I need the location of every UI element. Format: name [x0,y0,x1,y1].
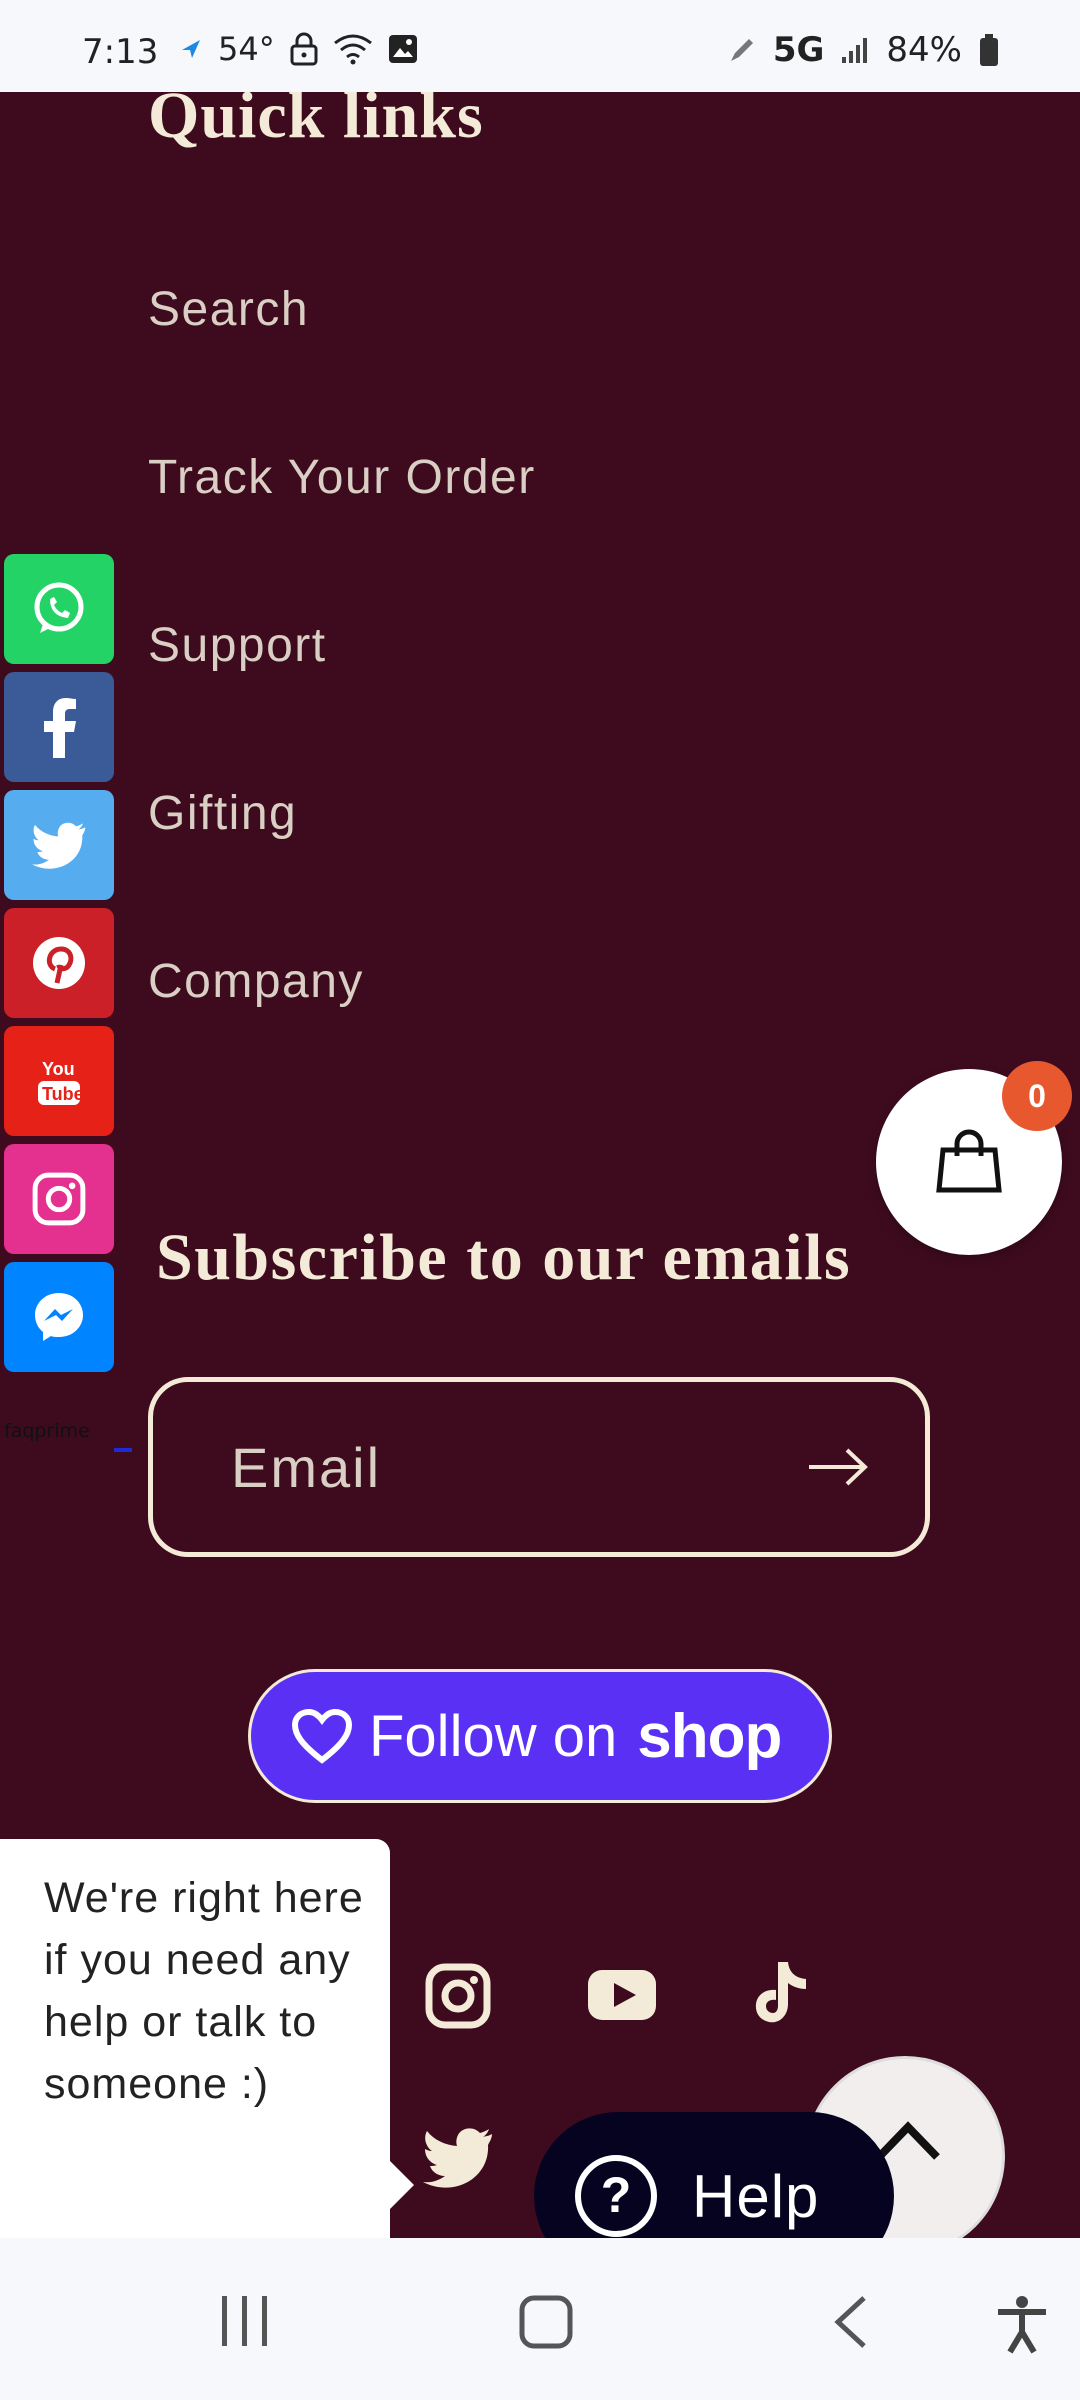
back-icon[interactable] [830,2294,870,2350]
lock-icon [290,32,318,66]
email-input[interactable] [153,1382,773,1552]
messenger-icon [35,1293,83,1341]
link-support[interactable]: Support [148,618,536,786]
arrow-right-icon[interactable] [803,1432,873,1502]
link-gifting[interactable]: Gifting [148,786,536,954]
twitter-icon [31,822,86,869]
network-type: 5G [772,30,825,70]
chat-tooltip-text: We're right here if you need any help or… [44,1874,364,2108]
subscribe-heading: Subscribe to our emails [156,1221,852,1294]
share-whatsapp[interactable] [4,554,114,664]
signal-icon [842,38,868,63]
footer-section: Quick links Search Track Your Order Supp… [0,92,1080,2238]
share-pinterest[interactable] [4,908,114,1018]
status-bar: 7:13 54° 5G 84% [0,0,1080,92]
accessibility-icon[interactable] [994,2294,1050,2354]
svg-text:You: You [42,1059,75,1079]
share-youtube[interactable]: You Tube [4,1026,114,1136]
whatsapp-icon [34,582,84,633]
share-messenger[interactable] [4,1262,114,1372]
status-left-icons: 54° [178,30,419,68]
shop-brand: shop [637,1701,782,1771]
link-company[interactable]: Company [148,954,536,1122]
email-form [148,1377,930,1557]
link-search[interactable]: Search [148,282,536,450]
edit-icon [730,39,753,61]
svg-text:Tube: Tube [42,1084,84,1104]
pinterest-icon [33,937,85,989]
help-label: Help [692,2162,820,2230]
question-circle-icon: ? [575,2155,657,2237]
quick-links-list: Search Track Your Order Support Gifting … [148,282,536,1122]
location-icon [182,40,200,58]
faqprime-credit[interactable]: faqprime [4,1420,90,1442]
quick-links-heading: Quick links [148,92,484,152]
faqprime-underline [114,1448,132,1452]
instagram-icon[interactable] [424,1962,492,2030]
status-right: 5G 84% [727,30,1000,70]
facebook-icon [44,698,76,758]
wifi-icon [333,34,372,65]
instagram-icon [32,1172,86,1226]
share-twitter[interactable] [4,790,114,900]
status-time: 7:13 [82,32,159,72]
cart-count-badge: 0 [1002,1061,1072,1131]
follow-on-shop-button[interactable]: Follow on shop [248,1669,832,1803]
home-icon[interactable] [518,2294,574,2350]
share-facebook[interactable] [4,672,114,782]
shopping-bag-icon [936,1129,1002,1193]
heart-icon [291,1708,353,1764]
gallery-icon [388,35,417,63]
chat-tooltip: We're right here if you need any help or… [0,1839,414,2238]
youtube-icon[interactable] [586,1968,658,2022]
recent-apps-icon[interactable] [218,2294,272,2348]
help-chat-button[interactable]: ? Help [534,2112,894,2238]
youtube-icon: You Tube [38,1059,84,1105]
twitter-icon[interactable] [422,2126,494,2188]
link-track-order[interactable]: Track Your Order [148,450,536,618]
tiktok-icon[interactable] [752,1958,812,2026]
system-nav-bar [0,2238,1080,2400]
follow-label: Follow on [369,1703,618,1769]
battery-icon [980,34,998,66]
battery-percent: 84% [886,30,962,70]
social-share-bar: You Tube [4,554,114,1380]
share-instagram[interactable] [4,1144,114,1254]
temperature-text: 54° [218,30,275,68]
svg-text:?: ? [601,2167,632,2223]
